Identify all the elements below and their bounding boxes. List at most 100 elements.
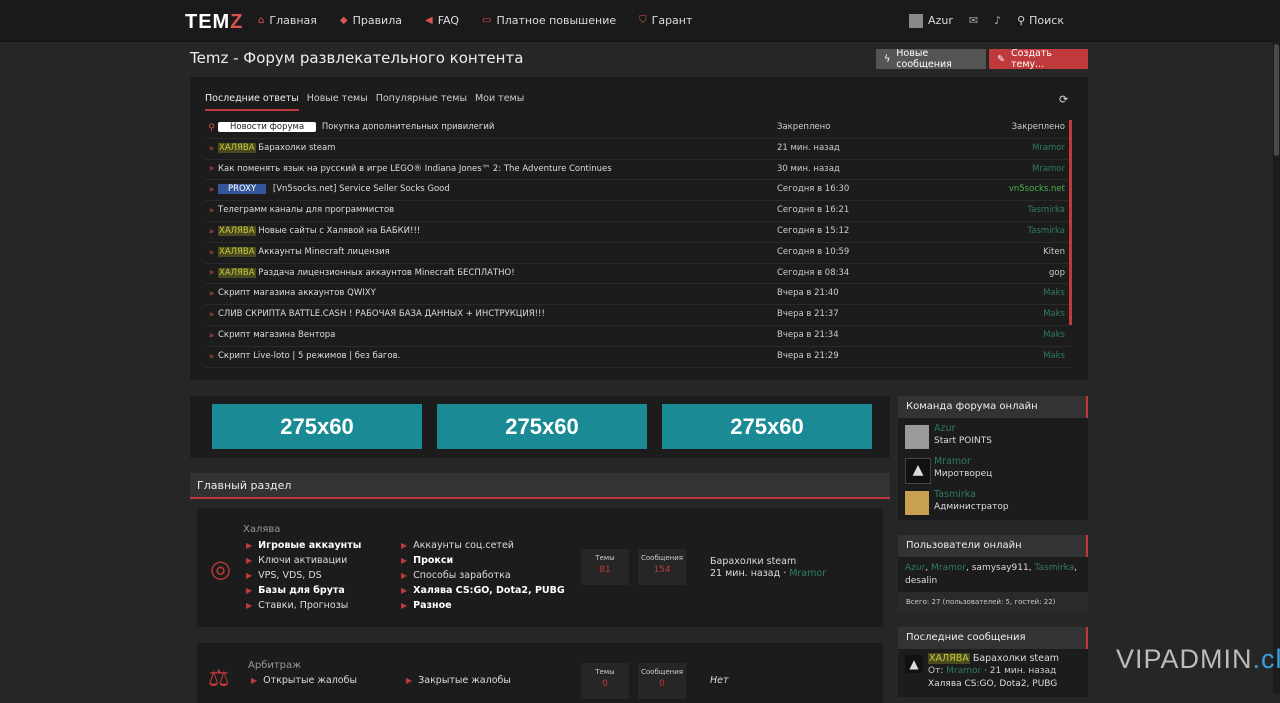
thread-user[interactable]: Mramor bbox=[1032, 164, 1065, 174]
thread-list-scrollbar[interactable] bbox=[1069, 120, 1072, 325]
ad-banner[interactable]: 275x60 bbox=[662, 404, 872, 449]
graduation-icon: ◆ bbox=[339, 15, 348, 26]
thread-row[interactable]: » Скрипт магазина аккаунтов QWIXY Вчера в … bbox=[205, 284, 1070, 306]
subforum-link[interactable]: ▶ Ставки, Прогнозы bbox=[246, 600, 348, 611]
search-button[interactable]: ⚲ Поиск bbox=[1017, 14, 1064, 27]
last-post-title[interactable]: Барахолки steam bbox=[710, 556, 796, 567]
thread-time: Вчера в 21:37 bbox=[777, 309, 839, 320]
staff-member[interactable]: ▲ Mramor Миротворец bbox=[905, 456, 1085, 484]
subforum-link[interactable]: ▶ Закрытые жалобы bbox=[406, 675, 511, 686]
staff-member[interactable]: Azur Start POINTS bbox=[905, 423, 1085, 449]
online-user[interactable]: desalin bbox=[905, 576, 937, 586]
thread-row[interactable]: » Телеграмм каналы для программистов Сегод… bbox=[205, 201, 1070, 222]
shield-icon: ⛉ bbox=[639, 15, 647, 26]
thread-row[interactable]: » СЛИВ СКРИПТА BATTLE.CASH ! РАБОЧАЯ БАЗА… bbox=[205, 305, 1070, 326]
subforum-link[interactable]: ▶ Аккаунты соц.сетей bbox=[401, 540, 514, 551]
caret-right-icon: ▶ bbox=[406, 676, 413, 685]
main-nav: ⌂ Главная ◆ Правила ◀ FAQ ▭ Платное повышение ⛉ Г… bbox=[258, 0, 715, 41]
nav-item[interactable]: ⛉ Гарант bbox=[639, 0, 692, 41]
thread-title[interactable]: Скрипт магазина Вентора bbox=[218, 330, 335, 340]
create-thread-button[interactable]: ✎ Создать тему... bbox=[989, 48, 1088, 70]
subforum-link[interactable]: ▶ Базы для брута bbox=[246, 585, 345, 596]
thread-title[interactable]: PROXY [Vn5socks.net] Service Seller Sock… bbox=[218, 184, 450, 195]
thread-user[interactable]: Tasmirka bbox=[1027, 226, 1065, 236]
subforum-link[interactable]: ▶ Игровые аккаунты bbox=[246, 540, 361, 551]
thread-title[interactable]: СЛИВ СКРИПТА BATTLE.CASH ! РАБОЧАЯ БАЗА … bbox=[218, 309, 545, 319]
envelope-icon[interactable]: ✉ bbox=[969, 14, 978, 27]
chevron-right-icon: » bbox=[208, 164, 215, 175]
thread-row[interactable]: » Как поменять язык на русский в игре LEG… bbox=[205, 160, 1070, 181]
thread-title[interactable]: ХАЛЯВА Аккаунты Minecraft лицензия bbox=[218, 246, 390, 257]
subforum-link[interactable]: ▶ Открытые жалобы bbox=[251, 675, 357, 686]
thread-title[interactable]: ХАЛЯВА Новые сайты с Халявой на БАБКИ!!! bbox=[218, 225, 420, 236]
avatar[interactable] bbox=[905, 491, 929, 515]
tab-item[interactable]: Популярные темы bbox=[376, 93, 467, 111]
subforum-link[interactable]: ▶ Прокси bbox=[401, 555, 453, 566]
avatar[interactable]: ▲ bbox=[905, 458, 931, 484]
subforum-link[interactable]: ▶ Халява CS:GO, Dota2, PUBG bbox=[401, 585, 565, 596]
tab-item[interactable]: Мои темы bbox=[475, 93, 524, 111]
thread-prefix: PROXY bbox=[218, 184, 267, 195]
nav-item[interactable]: ▭ Платное повышение bbox=[482, 0, 616, 41]
thread-time: Вчера в 21:29 bbox=[777, 350, 839, 361]
subforum-link[interactable]: ▶ Ключи активации bbox=[246, 555, 347, 566]
thread-row[interactable]: » ХАЛЯВА Барахолки steam 21 мин. назад Mram… bbox=[205, 139, 1070, 160]
online-user[interactable]: Mramor bbox=[931, 563, 966, 573]
thread-title[interactable]: Как поменять язык на русский в игре LEGO… bbox=[218, 164, 612, 174]
nav-item[interactable]: ⌂ Главная bbox=[258, 0, 317, 41]
thread-row[interactable]: » Скрипт Live-loto | 5 режимов | без баго… bbox=[205, 347, 1070, 368]
thread-row[interactable]: » Скрипт магазина Вентора Вчера в 21:34 Mak… bbox=[205, 326, 1070, 347]
thread-title[interactable]: Телеграмм каналы для программистов bbox=[218, 205, 394, 215]
thread-title[interactable]: ХАЛЯВА Раздача лицензионных аккаунтов Mi… bbox=[218, 267, 515, 278]
thread-user[interactable]: Maks bbox=[1043, 330, 1065, 340]
bell-icon[interactable]: ♪ bbox=[994, 14, 1001, 27]
online-user[interactable]: Azur bbox=[905, 563, 925, 573]
thread-user[interactable]: Maks bbox=[1043, 351, 1065, 361]
thread-user[interactable]: Maks bbox=[1043, 288, 1065, 298]
thread-user[interactable]: Tasmirka bbox=[1027, 205, 1065, 215]
online-user[interactable]: Tasmirka bbox=[1034, 563, 1074, 573]
online-user[interactable]: samysay911 bbox=[972, 563, 1029, 573]
tab-item[interactable]: Последние ответы bbox=[205, 93, 299, 111]
subforum-link[interactable]: ▶ VPS, VDS, DS bbox=[246, 570, 322, 581]
top-navbar: TEMZ ⌂ Главная ◆ Правила ◀ FAQ ▭ Платное повыше… bbox=[0, 0, 1280, 42]
subforum-link[interactable]: ▶ Разное bbox=[401, 600, 452, 611]
staff-member[interactable]: Tasmirka Администратор bbox=[905, 489, 1085, 515]
page-scrollbar-thumb[interactable] bbox=[1274, 44, 1279, 156]
thread-title[interactable]: Скрипт магазина аккаунтов QWIXY bbox=[218, 288, 376, 298]
thread-row[interactable]: » PROXY [Vn5socks.net] Service Seller Soc… bbox=[205, 180, 1070, 202]
thread-row[interactable]: » ХАЛЯВА Аккаунты Minecraft лицензия Сегод… bbox=[205, 243, 1070, 264]
thread-user[interactable]: Maks bbox=[1043, 309, 1065, 319]
ad-banner[interactable]: 275x60 bbox=[212, 404, 422, 449]
avatar[interactable]: ▲ bbox=[905, 655, 923, 673]
new-posts-button[interactable]: ϟ Новые сообщения bbox=[876, 48, 986, 70]
pin-icon: ⚲ bbox=[208, 122, 215, 133]
thread-title[interactable]: ХАЛЯВА Барахолки steam bbox=[218, 142, 335, 153]
last-post-user[interactable]: Mramor bbox=[789, 568, 826, 579]
category-title[interactable]: Арбитраж bbox=[248, 660, 301, 671]
avatar[interactable] bbox=[905, 425, 929, 449]
thread-user[interactable]: vn5socks.net bbox=[1009, 184, 1065, 194]
thread-user[interactable]: Kiten bbox=[1043, 247, 1065, 257]
thread-row[interactable]: ⚲ Новости форума Покупка дополнительных п… bbox=[205, 118, 1070, 139]
nav-item[interactable]: ◀ FAQ bbox=[425, 0, 459, 41]
tab-item[interactable]: Новые темы bbox=[307, 93, 368, 111]
thread-user[interactable]: Mramor bbox=[1032, 143, 1065, 153]
chevron-right-icon: » bbox=[208, 310, 215, 321]
refresh-icon[interactable]: ⟳ bbox=[1059, 93, 1068, 106]
thread-row[interactable]: » ХАЛЯВА Новые сайты с Халявой на БАБКИ!!… bbox=[205, 222, 1070, 243]
thread-user[interactable]: Закреплено bbox=[1012, 122, 1065, 132]
thread-title[interactable]: Новости форума Покупка дополнительных пр… bbox=[218, 122, 494, 132]
site-logo[interactable]: TEMZ bbox=[185, 11, 243, 34]
thread-user[interactable]: gop bbox=[1049, 268, 1065, 278]
thread-time: Вчера в 21:40 bbox=[777, 288, 839, 299]
nav-item[interactable]: ◆ Правила bbox=[340, 0, 402, 41]
category-title[interactable]: Халява bbox=[243, 524, 280, 535]
user-menu[interactable]: Azur bbox=[909, 13, 953, 28]
ad-banner[interactable]: 275x60 bbox=[437, 404, 647, 449]
thread-title[interactable]: Скрипт Live-loto | 5 режимов | без багов… bbox=[218, 351, 400, 361]
thread-row[interactable]: » ХАЛЯВА Раздача лицензионных аккаунтов M… bbox=[205, 264, 1070, 285]
subforum-link[interactable]: ▶ Способы заработка bbox=[401, 570, 511, 581]
posts-stat: Сообщения 154 bbox=[638, 549, 686, 585]
thread-row[interactable]: »PROXY HTTP(S) прокси без ограниченийВче… bbox=[205, 368, 1070, 369]
